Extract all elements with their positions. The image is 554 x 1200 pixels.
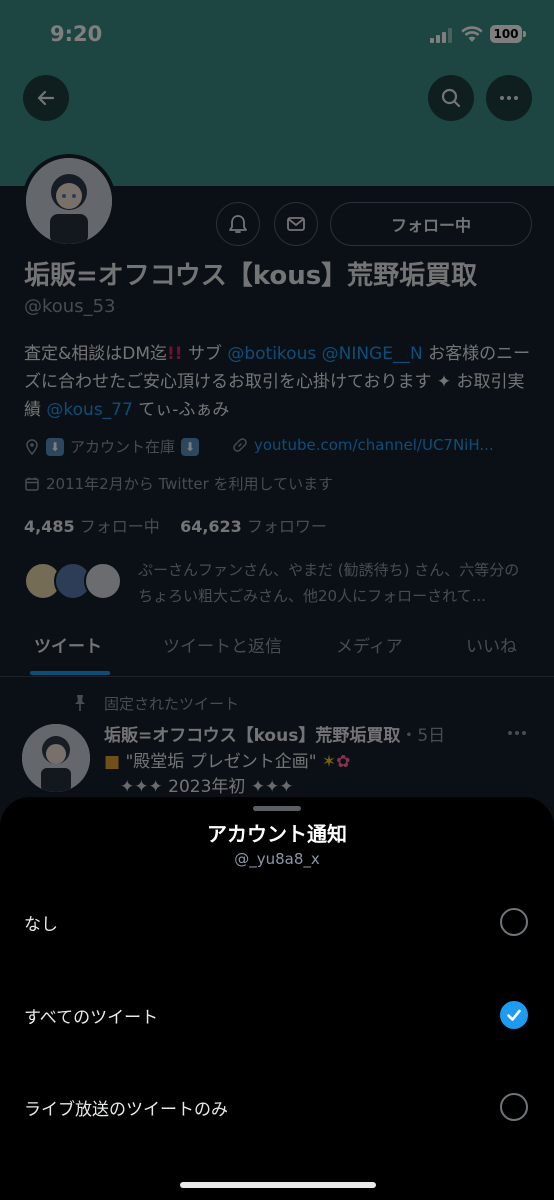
option-all-tweets[interactable]: すべてのツイート — [0, 985, 554, 1045]
radio-unchecked-icon[interactable] — [500, 1093, 528, 1121]
option-live-only[interactable]: ライブ放送のツイートのみ — [0, 1077, 554, 1137]
option-label: なし — [24, 915, 58, 935]
profile-screen: 9:20 100 — [0, 0, 554, 1200]
sheet-subtitle: @_yu8a8_x — [234, 850, 320, 868]
option-label: ライブ放送のツイートのみ — [24, 1100, 228, 1120]
home-indicator[interactable] — [180, 1182, 376, 1188]
sheet-title: アカウント通知 — [207, 822, 347, 846]
option-label: すべてのツイート — [24, 1008, 159, 1028]
sheet-grabber[interactable] — [253, 806, 301, 811]
radio-checked-icon[interactable] — [500, 1001, 528, 1029]
radio-unchecked-icon[interactable] — [500, 908, 528, 936]
checkmark-icon — [507, 1009, 521, 1021]
option-none[interactable]: なし — [0, 892, 554, 952]
